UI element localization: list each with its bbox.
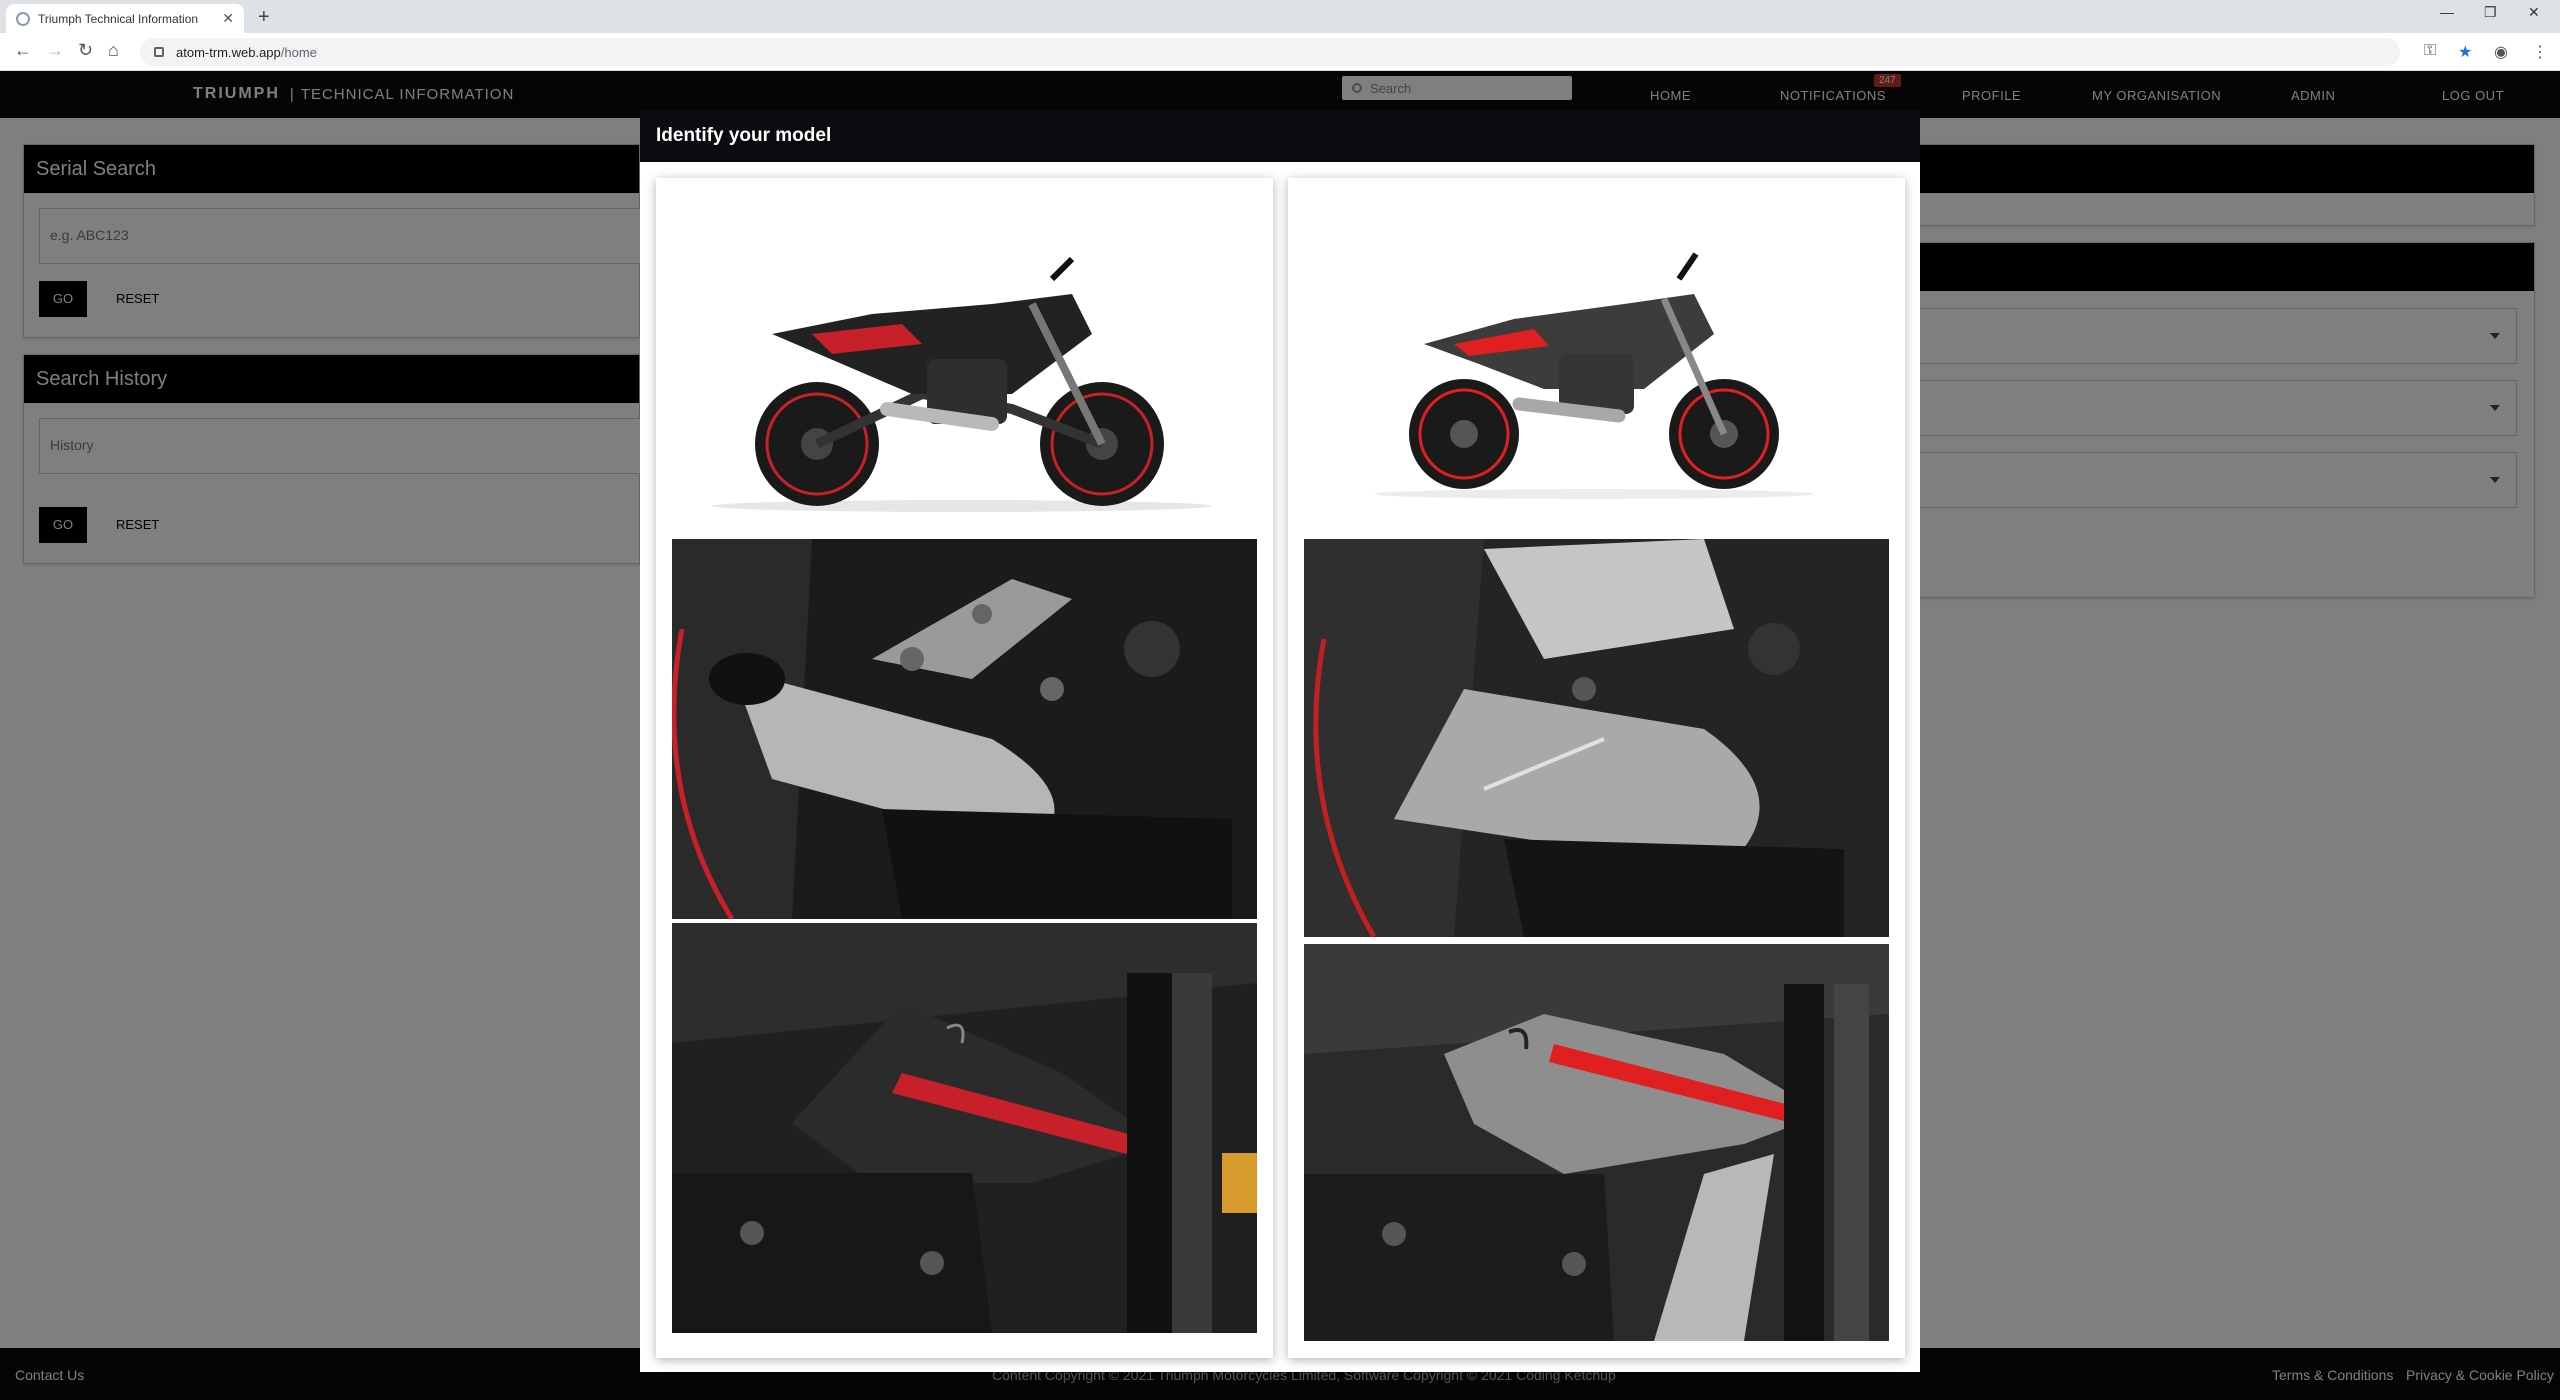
tab-title: Triumph Technical Information — [38, 11, 199, 26]
new-tab-icon[interactable]: + — [258, 6, 270, 29]
model-option-b[interactable] — [1288, 178, 1905, 1358]
lock-icon — [154, 47, 164, 57]
fairing-detail-a — [672, 923, 1257, 1333]
profile-icon[interactable]: ◉ — [2494, 42, 2508, 62]
site-favicon-icon — [16, 11, 30, 26]
close-window-icon[interactable]: ✕ — [2528, 4, 2540, 21]
browser-tab[interactable]: Triumph Technical Information ✕ — [6, 4, 244, 33]
exhaust-detail-a — [672, 539, 1257, 919]
identify-model-modal: Identify your model — [640, 110, 1920, 1372]
reload-icon[interactable]: ↻ — [78, 40, 93, 61]
browser-toolbar: ← → ↻ ⌂ atom-trm.web.app /home ⚿ ★ ◉ ⋮ — [0, 33, 2560, 71]
back-icon[interactable]: ← — [14, 40, 32, 61]
bookmark-star-icon[interactable]: ★ — [2458, 42, 2472, 62]
modal-title: Identify your model — [640, 110, 1920, 162]
url-path: /home — [280, 44, 317, 60]
restore-icon[interactable]: ❐ — [2484, 4, 2497, 21]
url-domain: atom-trm.web.app — [176, 44, 281, 60]
address-bar[interactable]: atom-trm.web.app /home — [140, 38, 2400, 66]
motorcycle-image-a — [672, 194, 1257, 524]
close-tab-icon[interactable]: ✕ — [222, 10, 234, 27]
fairing-detail-b — [1304, 944, 1889, 1341]
menu-icon[interactable]: ⋮ — [2532, 42, 2548, 62]
forward-icon[interactable]: → — [46, 40, 64, 61]
minimize-icon[interactable]: — — [2440, 4, 2454, 20]
motorcycle-image-b — [1304, 194, 1889, 524]
key-icon[interactable]: ⚿ — [2424, 42, 2436, 60]
model-option-a[interactable] — [656, 178, 1273, 1358]
browser-tabstrip: Triumph Technical Information ✕ + — ❐ ✕ — [0, 0, 2560, 33]
exhaust-detail-b — [1304, 539, 1889, 937]
home-icon[interactable]: ⌂ — [108, 40, 119, 61]
